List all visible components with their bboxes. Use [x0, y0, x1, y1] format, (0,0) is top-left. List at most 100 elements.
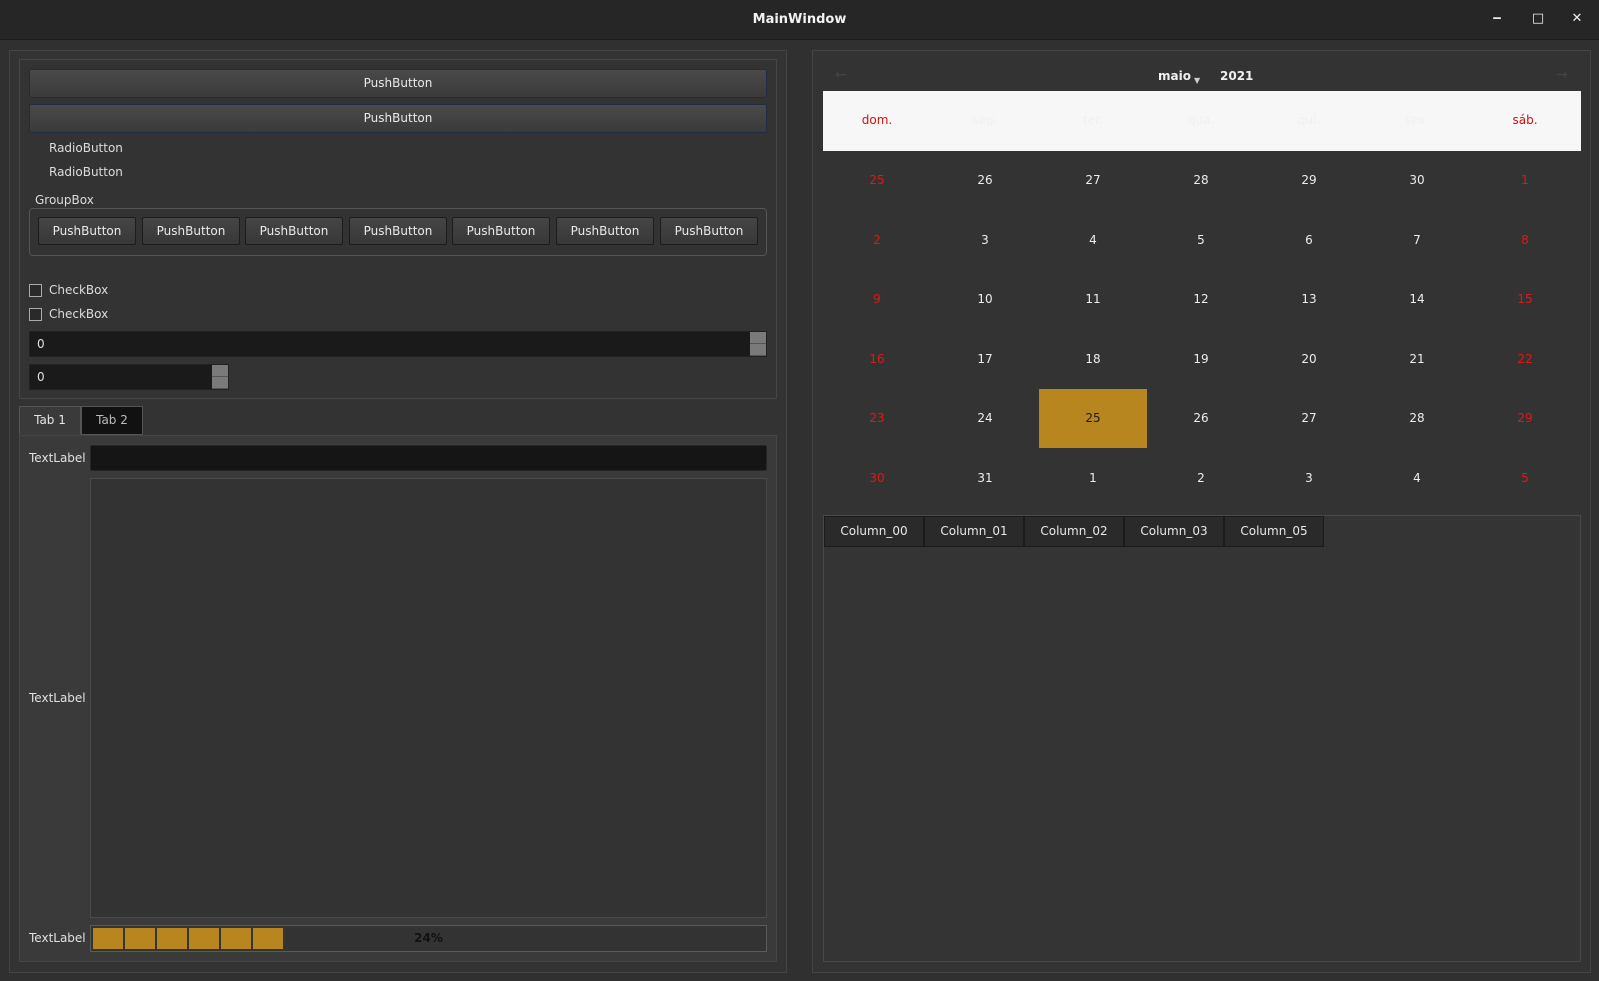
push-button-2[interactable]: PushButton: [29, 104, 767, 133]
weekday-label: seg.: [972, 113, 998, 127]
spinbox-value: 0: [37, 337, 45, 351]
calendar-day[interactable]: 19: [1147, 330, 1255, 389]
calendar-day[interactable]: 21: [1363, 330, 1471, 389]
calendar-day[interactable]: 27: [1255, 389, 1363, 448]
calendar-day[interactable]: 26: [931, 151, 1039, 210]
weekday-label: qua.: [1187, 113, 1215, 127]
minimize-icon[interactable]: ‒: [1490, 12, 1504, 26]
groupbox-title: GroupBox: [35, 193, 94, 207]
spinbox-wide[interactable]: 0: [29, 331, 767, 357]
calendar-day[interactable]: 30: [1363, 151, 1471, 210]
calendar-day[interactable]: 26: [1147, 389, 1255, 448]
checkbox-label: CheckBox: [49, 283, 109, 297]
spinbox-arrows[interactable]: [212, 365, 228, 389]
calendar-day[interactable]: 25: [823, 151, 931, 210]
text-label-3: TextLabel: [29, 931, 86, 945]
group-push-button-2[interactable]: PushButton: [142, 217, 240, 245]
calendar-day[interactable]: 28: [1147, 151, 1255, 210]
calendar-day[interactable]: 4: [1039, 211, 1147, 270]
weekday-label: sáb.: [1512, 113, 1538, 127]
maximize-icon[interactable]: □: [1531, 12, 1545, 26]
radio-button-2[interactable]: RadioButton: [49, 165, 123, 179]
tab-2[interactable]: Tab 2: [81, 406, 143, 435]
calendar-day[interactable]: 6: [1255, 211, 1363, 270]
close-icon[interactable]: ✕: [1570, 12, 1584, 26]
checkbox-1[interactable]: CheckBox: [29, 283, 108, 297]
checkbox-label: CheckBox: [49, 307, 109, 321]
checkbox-box[interactable]: [29, 284, 42, 297]
radio-button-1[interactable]: RadioButton: [49, 141, 123, 155]
calendar-day[interactable]: 2: [823, 211, 931, 270]
calendar-day[interactable]: 4: [1363, 449, 1471, 508]
next-month-icon[interactable]: →: [1556, 67, 1568, 83]
group-push-button-5[interactable]: PushButton: [452, 217, 550, 245]
line-edit[interactable]: [90, 445, 767, 471]
calendar-day[interactable]: 2: [1147, 449, 1255, 508]
progress-bar: 24%: [90, 925, 767, 952]
column-header[interactable]: Column_00: [824, 516, 924, 547]
group-push-button-1[interactable]: PushButton: [38, 217, 136, 245]
calendar-day[interactable]: 18: [1039, 330, 1147, 389]
checkbox-2[interactable]: CheckBox: [29, 307, 108, 321]
calendar-day[interactable]: 17: [931, 330, 1039, 389]
group-push-button-4[interactable]: PushButton: [349, 217, 447, 245]
calendar-day[interactable]: 25: [1039, 389, 1147, 448]
window-title: MainWindow: [752, 12, 847, 27]
calendar-day[interactable]: 28: [1363, 389, 1471, 448]
calendar-day[interactable]: 1: [1471, 151, 1579, 210]
calendar-day[interactable]: 5: [1471, 449, 1579, 508]
calendar-day[interactable]: 8: [1471, 211, 1579, 270]
calendar-day[interactable]: 3: [1255, 449, 1363, 508]
calendar-day[interactable]: 11: [1039, 270, 1147, 329]
calendar-day[interactable]: 20: [1255, 330, 1363, 389]
calendar-weekday-header: dom. seg. ter. qua. qui. sex. sáb.: [823, 91, 1581, 151]
tab-1[interactable]: Tab 1: [19, 406, 81, 435]
group-push-button-3[interactable]: PushButton: [245, 217, 343, 245]
calendar-day[interactable]: 24: [931, 389, 1039, 448]
calendar-day[interactable]: 23: [823, 389, 931, 448]
weekday-label: ter.: [1083, 113, 1103, 127]
calendar-day[interactable]: 7: [1363, 211, 1471, 270]
calendar-day[interactable]: 30: [823, 449, 931, 508]
calendar-navigation: ← maio ▼ 2021 →: [823, 65, 1583, 91]
weekday-label: qui.: [1297, 113, 1321, 127]
column-header[interactable]: Column_03: [1124, 516, 1224, 547]
title-bar: MainWindow ‒ □ ✕: [0, 0, 1599, 40]
calendar-day[interactable]: 1: [1039, 449, 1147, 508]
calendar-day[interactable]: 22: [1471, 330, 1579, 389]
calendar-day[interactable]: 31: [931, 449, 1039, 508]
spinbox-value: 0: [37, 370, 45, 384]
calendar-day[interactable]: 10: [931, 270, 1039, 329]
group-push-button-6[interactable]: PushButton: [556, 217, 654, 245]
spinbox-arrows[interactable]: [750, 332, 766, 356]
group-push-button-7[interactable]: PushButton: [660, 217, 758, 245]
table-view[interactable]: Column_00 Column_01 Column_02 Column_03 …: [823, 515, 1581, 962]
checkbox-box[interactable]: [29, 308, 42, 321]
calendar-year[interactable]: 2021: [1220, 69, 1253, 83]
column-header[interactable]: Column_05: [1224, 516, 1324, 547]
chevron-down-icon[interactable]: ▼: [1194, 76, 1200, 85]
column-header[interactable]: Column_01: [924, 516, 1024, 547]
calendar-day[interactable]: 29: [1471, 389, 1579, 448]
calendar-day[interactable]: 14: [1363, 270, 1471, 329]
text-label-2: TextLabel: [29, 691, 86, 705]
calendar-day[interactable]: 12: [1147, 270, 1255, 329]
calendar-day[interactable]: 13: [1255, 270, 1363, 329]
weekday-label: dom.: [861, 113, 893, 127]
calendar-month[interactable]: maio: [1158, 69, 1191, 83]
push-button-1[interactable]: PushButton: [29, 69, 767, 98]
prev-month-icon[interactable]: ←: [835, 67, 847, 83]
progress-text: 24%: [414, 931, 443, 945]
calendar-day[interactable]: 5: [1147, 211, 1255, 270]
calendar-day[interactable]: 16: [823, 330, 931, 389]
calendar-day[interactable]: 9: [823, 270, 931, 329]
calendar-day[interactable]: 29: [1255, 151, 1363, 210]
calendar-day[interactable]: 27: [1039, 151, 1147, 210]
text-edit[interactable]: [90, 478, 767, 918]
weekday-label: sex.: [1404, 113, 1430, 127]
column-header[interactable]: Column_02: [1024, 516, 1124, 547]
calendar-day[interactable]: 3: [931, 211, 1039, 270]
text-label-1: TextLabel: [29, 451, 86, 465]
calendar-day[interactable]: 15: [1471, 270, 1579, 329]
spinbox-narrow[interactable]: 0: [29, 364, 229, 390]
